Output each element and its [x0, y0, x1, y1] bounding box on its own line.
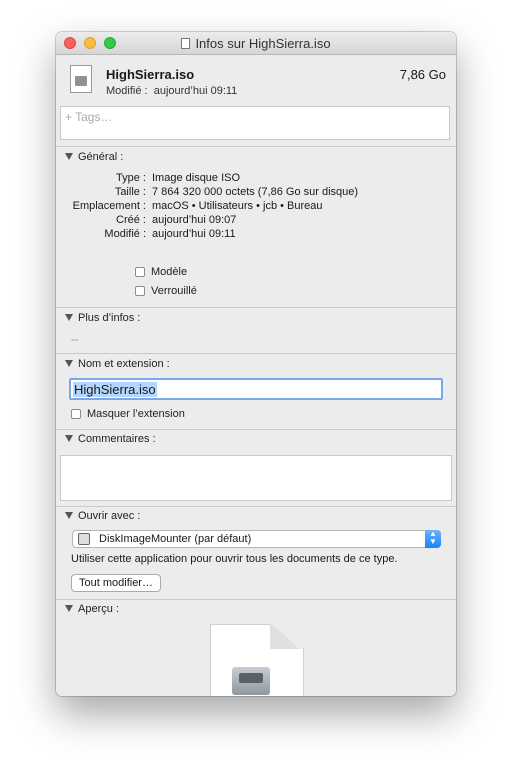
preview-section-header[interactable]: Aperçu : — [65, 603, 119, 615]
disk-image-mounter-icon — [78, 533, 90, 545]
checkbox-box[interactable] — [71, 409, 81, 419]
tags-placeholder: + Tags… — [65, 110, 113, 124]
open-with-selected: DiskImageMounter (par défaut) — [99, 533, 252, 545]
open-with-popup[interactable]: DiskImageMounter (par défaut) ▲ ▼ — [72, 530, 441, 548]
disclosure-triangle-icon[interactable] — [65, 360, 73, 367]
info-label-created: Créé : — [116, 214, 146, 226]
general-header-label: Général : — [78, 151, 124, 163]
disclosure-triangle-icon[interactable] — [65, 153, 73, 160]
locked-label: Verrouillé — [151, 285, 197, 297]
divider — [56, 599, 456, 600]
popup-arrows-icon[interactable]: ▲ ▼ — [425, 530, 441, 548]
hide-extension-checkbox[interactable]: Masquer l’extension — [71, 408, 185, 420]
page-fold — [270, 625, 303, 649]
divider — [56, 506, 456, 507]
stationery-checkbox[interactable]: Modèle — [135, 266, 187, 278]
info-label-modified: Modifié : — [104, 228, 146, 240]
info-value-size: 7 864 320 000 octets (7,86 Go sur disque… — [152, 186, 359, 198]
window-title-text: Infos sur HighSierra.iso — [195, 36, 331, 51]
title-bar[interactable]: Infos sur HighSierra.iso — [56, 32, 456, 55]
open-with-hint: Utiliser cette application pour ouvrir t… — [71, 553, 398, 565]
window-title: Infos sur HighSierra.iso — [56, 36, 456, 51]
disk-image-file-icon — [70, 65, 92, 93]
more-info-header-label: Plus d’infos : — [78, 312, 141, 324]
tags-field[interactable]: + Tags… — [60, 106, 450, 140]
hard-disk-icon — [232, 667, 270, 695]
divider — [56, 353, 456, 354]
file-name-input[interactable]: HighSierra.iso — [69, 378, 443, 400]
more-info-section-header[interactable]: Plus d’infos : — [65, 312, 140, 324]
divider — [56, 146, 456, 147]
info-value-location: macOS • Utilisateurs • jcb • Bureau — [152, 200, 323, 212]
file-name: HighSierra.iso — [106, 67, 195, 82]
info-label-location: Emplacement : — [72, 200, 146, 212]
open-with-header-label: Ouvrir avec : — [78, 510, 141, 522]
divider — [56, 429, 456, 430]
general-section-header[interactable]: Général : — [65, 151, 123, 163]
info-label-size: Taille : — [114, 186, 146, 198]
preview-thumbnail — [210, 624, 304, 696]
info-label-type: Type : — [116, 172, 146, 184]
locked-checkbox[interactable]: Verrouillé — [135, 285, 197, 297]
name-extension-header-label: Nom et extension : — [78, 358, 170, 370]
file-header: HighSierra.iso 7,86 Go Modifié : aujourd… — [56, 55, 456, 107]
file-modified-value: aujourd’hui 09:11 — [153, 85, 238, 97]
info-value-type: Image disque ISO — [152, 172, 241, 184]
info-value-created: aujourd’hui 09:07 — [152, 214, 237, 226]
preview-header-label: Aperçu : — [78, 603, 119, 615]
more-info-value: -- — [71, 334, 79, 346]
file-modified-label: Modifié : — [106, 85, 148, 97]
divider — [56, 307, 456, 308]
file-modified: Modifié : aujourd’hui 09:11 — [106, 85, 237, 97]
info-window: Infos sur HighSierra.iso HighSierra.iso … — [56, 32, 456, 696]
comments-textarea[interactable] — [60, 455, 452, 501]
disclosure-triangle-icon[interactable] — [65, 512, 73, 519]
checkbox-box[interactable] — [135, 267, 145, 277]
document-icon — [181, 38, 191, 49]
file-name-input-text: HighSierra.iso — [73, 382, 157, 397]
disclosure-triangle-icon[interactable] — [65, 314, 73, 321]
change-all-button[interactable]: Tout modifier… — [71, 574, 161, 592]
checkbox-box[interactable] — [135, 286, 145, 296]
disclosure-triangle-icon[interactable] — [65, 435, 73, 442]
comments-section-header[interactable]: Commentaires : — [65, 433, 156, 445]
open-with-section-header[interactable]: Ouvrir avec : — [65, 510, 140, 522]
stationery-label: Modèle — [151, 266, 188, 278]
name-extension-section-header[interactable]: Nom et extension : — [65, 358, 170, 370]
file-size: 7,86 Go — [399, 67, 446, 82]
hide-extension-label: Masquer l’extension — [87, 408, 185, 420]
comments-header-label: Commentaires : — [78, 433, 156, 445]
disclosure-triangle-icon[interactable] — [65, 605, 73, 612]
info-value-modified: aujourd’hui 09:11 — [152, 228, 236, 240]
